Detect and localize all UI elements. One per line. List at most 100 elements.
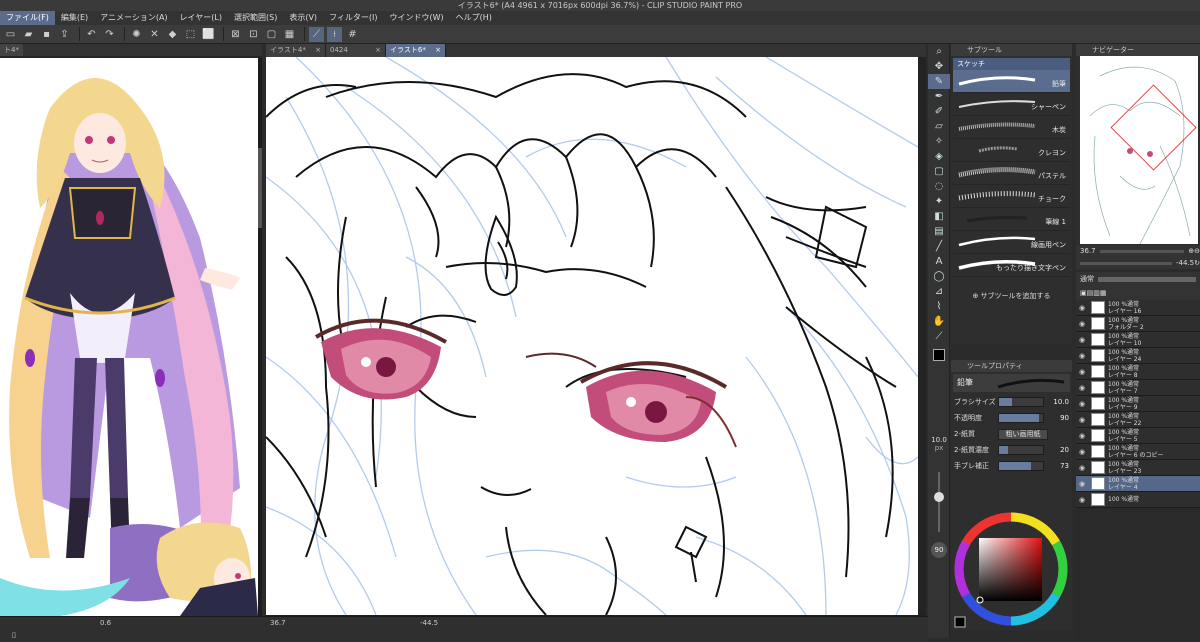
brush-lettering-pen[interactable]: もったり描き文字ペン <box>953 254 1070 277</box>
redo-icon[interactable]: ↷ <box>102 27 117 42</box>
layer-row[interactable]: ◉ 100 %通常 <box>1076 492 1200 508</box>
menu-filter[interactable]: フィルター(I) <box>323 11 383 25</box>
pen-icon[interactable]: ✒ <box>928 89 950 104</box>
menu-layer[interactable]: レイヤー(L) <box>174 11 228 25</box>
close-icon[interactable]: × <box>375 44 381 57</box>
slider-handle[interactable] <box>934 492 944 502</box>
snap-grid-icon[interactable]: # <box>345 27 360 42</box>
canvas-scrollbar[interactable] <box>918 57 926 615</box>
add-subtool-button[interactable]: ⊕ サブツールを追加する <box>951 291 1072 301</box>
brush-pastel[interactable]: パステル <box>953 162 1070 185</box>
save-icon[interactable]: ▪ <box>39 27 54 42</box>
eye-icon[interactable]: ◉ <box>1076 416 1088 424</box>
scroll-thumb[interactable] <box>258 148 262 228</box>
prop-brush-size[interactable]: ブラシサイズ 10.0 <box>951 394 1072 410</box>
brush-size-slider[interactable]: 10.0 px 90 <box>929 434 949 574</box>
eyedropper-icon[interactable]: ⟋ <box>928 329 950 344</box>
rotate-slider[interactable] <box>1080 261 1172 265</box>
snap-special-ruler-icon[interactable]: ⟊ <box>327 26 342 42</box>
gradient-icon[interactable]: ◧ <box>928 209 950 224</box>
menu-edit[interactable]: 編集(E) <box>55 11 94 25</box>
ruler-icon[interactable]: ⊿ <box>928 284 950 299</box>
close-icon[interactable]: × <box>435 44 441 57</box>
color-swatch-icon[interactable] <box>928 344 950 366</box>
crop-icon[interactable]: ⊠ <box>228 27 243 42</box>
blend-icon[interactable]: ✧ <box>928 134 950 149</box>
move-icon[interactable]: ✥ <box>928 59 950 74</box>
zoom-icon[interactable]: ⌕ <box>928 44 950 59</box>
clear-icon[interactable]: ✕ <box>147 27 162 42</box>
close-icon[interactable]: × <box>315 44 321 57</box>
ruler-icon[interactable]: ▦ <box>282 27 297 42</box>
menu-view[interactable]: 表示(V) <box>283 11 323 25</box>
correct-line-icon[interactable]: ⌇ <box>928 299 950 314</box>
clip-icon[interactable]: ▤ <box>1087 289 1094 297</box>
eye-icon[interactable]: ◉ <box>1076 432 1088 440</box>
layer-row[interactable]: ◉ 100 %通常 レイヤー 10 <box>1076 332 1200 348</box>
transform-icon[interactable]: ⬚ <box>183 27 198 42</box>
border-icon[interactable]: ▢ <box>264 27 279 42</box>
eye-icon[interactable]: ◉ <box>1076 368 1088 376</box>
tab-illust4[interactable]: イラスト4* × <box>266 44 326 57</box>
hand-icon[interactable]: ✋ <box>928 314 950 329</box>
eye-icon[interactable]: ◉ <box>1076 304 1088 312</box>
snap-ruler-icon[interactable]: ⟋ <box>309 26 324 42</box>
rotate-icon[interactable]: ↻ <box>1194 259 1200 267</box>
menu-file[interactable]: ファイル(F) <box>0 11 55 25</box>
prop-paper-density[interactable]: 2-紙質濃度 20 <box>951 442 1072 458</box>
brush-icon[interactable]: ✐ <box>928 104 950 119</box>
navigator-preview[interactable] <box>1080 56 1198 244</box>
layer-row[interactable]: ◉ 100 %通常 レイヤー 8 <box>1076 364 1200 380</box>
brush-charcoal[interactable]: 木炭 <box>953 116 1070 139</box>
lock-icon[interactable]: ▣ <box>1080 289 1087 297</box>
auto-select-icon[interactable]: ✦ <box>928 194 950 209</box>
drawing-canvas[interactable] <box>266 57 918 615</box>
prop-slider[interactable] <box>998 461 1044 471</box>
layer-row[interactable]: ◉ 100 %通常 レイヤー 5 <box>1076 428 1200 444</box>
color-wheel-panel[interactable] <box>951 505 1072 630</box>
layer-row[interactable]: ◉ 100 %通常 レイヤー 16 <box>1076 300 1200 316</box>
paper-texture-button[interactable]: 粗い画用紙 <box>998 428 1048 440</box>
menu-window[interactable]: ウインドウ(W) <box>384 11 450 25</box>
layer-row[interactable]: ◉ 100 %通常 レイヤー 23 <box>1076 460 1200 476</box>
brush-pencil[interactable]: 鉛筆 <box>953 70 1070 93</box>
layer-row[interactable]: ◉ 100 %通常 レイヤー 9 <box>1076 396 1200 412</box>
panel-toggle-icon[interactable]: ▯ <box>12 631 16 639</box>
tab-illust6[interactable]: イラスト6* × <box>386 44 446 57</box>
layer-row[interactable]: ◉ 100 %通常 レイヤー 4 <box>1076 476 1200 492</box>
eye-icon[interactable]: ◉ <box>1076 400 1088 408</box>
brush-fude[interactable]: 筆線 1 <box>953 208 1070 231</box>
fill-icon[interactable]: ◈ <box>928 149 950 164</box>
layer-row[interactable]: ◉ 100 %通常 レイヤー 22 <box>1076 412 1200 428</box>
prop-slider[interactable] <box>998 445 1044 455</box>
reference-icon[interactable]: ▥ <box>1093 289 1100 297</box>
subtool-group-sketch[interactable]: スケッチ <box>953 58 1070 70</box>
text-icon[interactable]: A <box>928 254 950 269</box>
prop-stabilization[interactable]: 手ブレ補正 73 <box>951 458 1072 474</box>
layer-row[interactable]: ◉ 100 %通常 レイヤー 24 <box>1076 348 1200 364</box>
eye-icon[interactable]: ◉ <box>1076 320 1088 328</box>
undo-icon[interactable]: ↶ <box>84 27 99 42</box>
brush-crayon[interactable]: クレヨン <box>953 139 1070 162</box>
draft-icon[interactable]: ▦ <box>1100 289 1107 297</box>
deselect-icon[interactable]: ⬜ <box>201 27 216 42</box>
brush-lineart-pen[interactable]: 線画用ペン <box>953 231 1070 254</box>
select-icon[interactable]: ▢ <box>928 164 950 179</box>
export-icon[interactable]: ⇪ <box>57 27 72 42</box>
eye-icon[interactable]: ◉ <box>1076 496 1088 504</box>
layer-row[interactable]: ◉ 100 %通常 レイヤー 7 <box>1076 380 1200 396</box>
tab-reference[interactable]: ト4* <box>0 44 23 56</box>
loading-icon[interactable]: ✺ <box>129 27 144 42</box>
layer-opacity-slider[interactable] <box>1098 276 1196 282</box>
prop-slider[interactable] <box>998 413 1044 423</box>
layer-row[interactable]: ◉ 100 %通常 レイヤー 6 のコピー <box>1076 444 1200 460</box>
prop-slider[interactable] <box>998 397 1044 407</box>
color-wheel[interactable] <box>951 505 1072 630</box>
brush-chalk[interactable]: チョーク <box>953 185 1070 208</box>
eye-icon[interactable]: ◉ <box>1076 464 1088 472</box>
reference-artwork[interactable] <box>0 58 258 616</box>
prop-opacity[interactable]: 不透明度 90 <box>951 410 1072 426</box>
layer-row[interactable]: ◉ 100 %通常 フォルダー 2 <box>1076 316 1200 332</box>
fill-icon[interactable]: ◆ <box>165 27 180 42</box>
eye-icon[interactable]: ◉ <box>1076 448 1088 456</box>
